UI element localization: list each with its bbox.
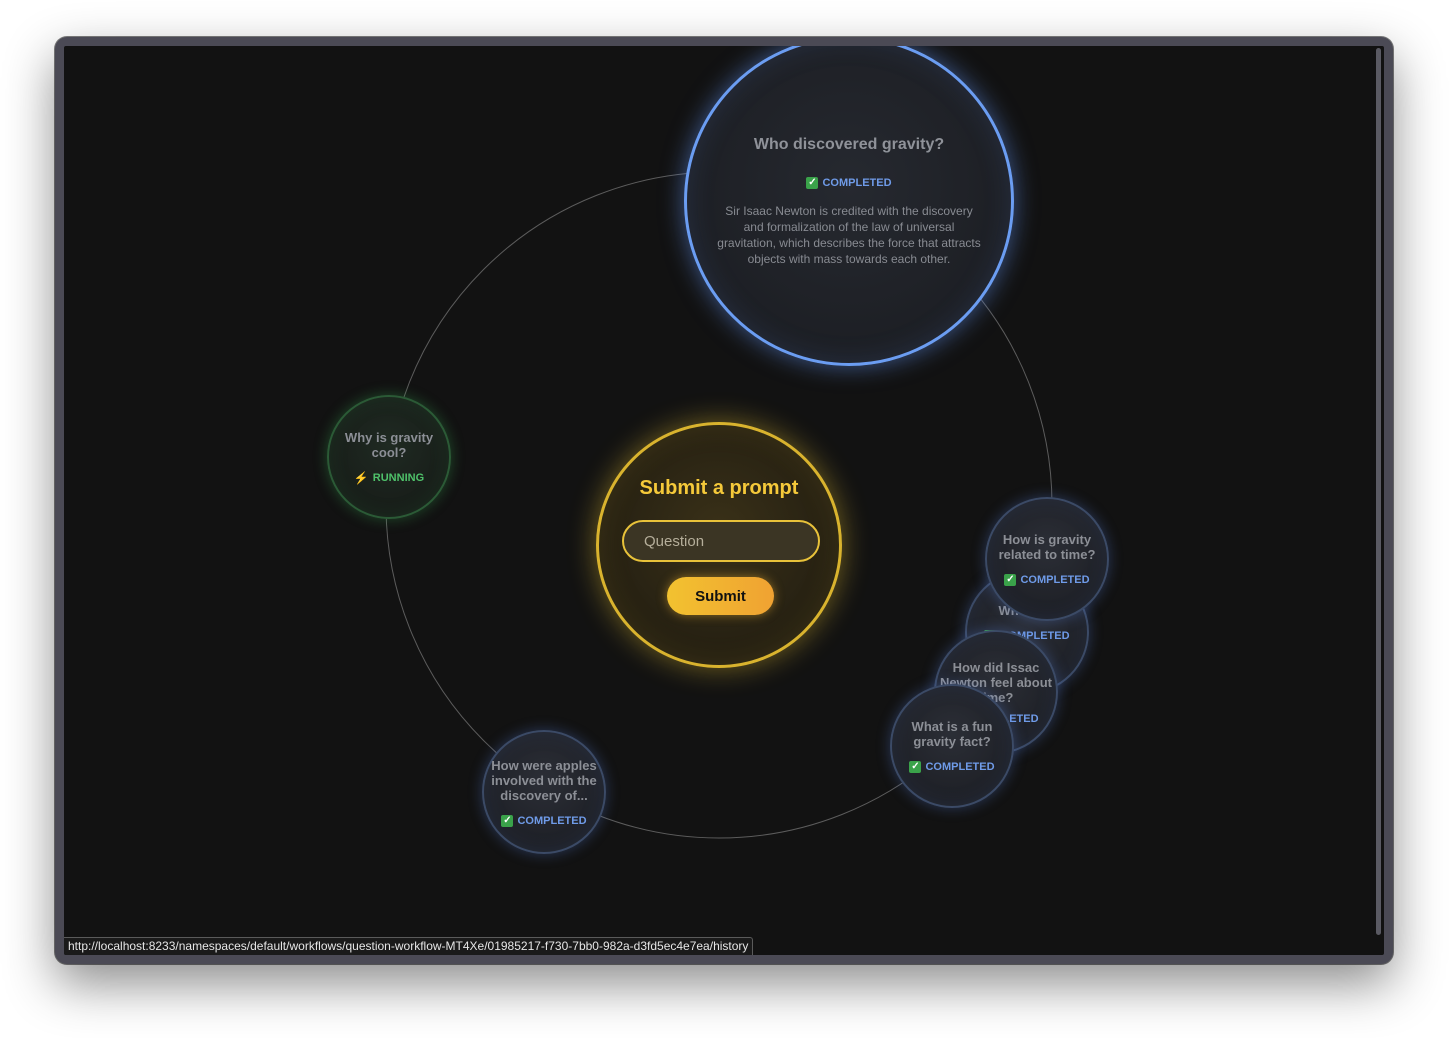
check-box-icon: ✓ [909,761,922,773]
workflow-node-fun-gravity-fact[interactable]: What is a fun gravity fact? ✓ COMPLETED [890,684,1014,808]
node-title: Who discovered gravity? [753,136,945,153]
lightning-bolt-icon: ⚡ [353,471,369,485]
status-badge: ✓ COMPLETED [909,761,995,773]
app-viewport: Who discovered gravity? ✓ COMPLETED Sir … [64,46,1384,955]
status-text: COMPLETED [1020,574,1090,586]
status-badge: ⚡ RUNNING [354,472,424,484]
node-answer: Sir Isaac Newton is credited with the di… [717,204,981,266]
vertical-scrollbar[interactable] [1376,48,1381,935]
submit-prompt-title: Submit a prompt [639,477,799,499]
status-badge: ✓ COMPLETED [1004,574,1090,586]
status-text: COMPLETED [925,761,995,773]
node-title: How is gravity related to time? [998,532,1096,562]
question-input[interactable] [622,520,820,562]
status-text: RUNNING [372,472,425,484]
submit-button[interactable]: Submit [667,577,774,615]
node-title: How were apples involved with the discov… [491,757,597,803]
workflow-node-who-discovered-gravity[interactable]: Who discovered gravity? ✓ COMPLETED Sir … [684,46,1014,366]
status-text: COMPLETED [517,814,587,827]
status-text: COMPLETED [822,177,892,189]
link-status-url: http://localhost:8233/namespaces/default… [64,937,754,955]
node-title: What is a fun gravity fact? [911,719,993,749]
submit-prompt-panel: Submit a prompt Submit [596,422,842,668]
workflow-node-gravity-related-to-time[interactable]: How is gravity related to time? ✓ COMPLE… [985,497,1109,621]
node-title: Why is gravity cool? [344,430,434,460]
check-box-icon: ✓ [806,177,819,189]
status-badge: ✓ COMPLETED [501,814,587,827]
workflow-node-apples-involved[interactable]: How were apples involved with the discov… [482,730,606,854]
status-badge: ✓ COMPLETED [806,177,892,189]
browser-window: Who discovered gravity? ✓ COMPLETED Sir … [55,37,1393,964]
check-box-icon: ✓ [1004,574,1017,586]
check-box-icon: ✓ [501,814,514,827]
workflow-node-why-is-gravity-cool[interactable]: Why is gravity cool? ⚡ RUNNING [327,395,451,519]
